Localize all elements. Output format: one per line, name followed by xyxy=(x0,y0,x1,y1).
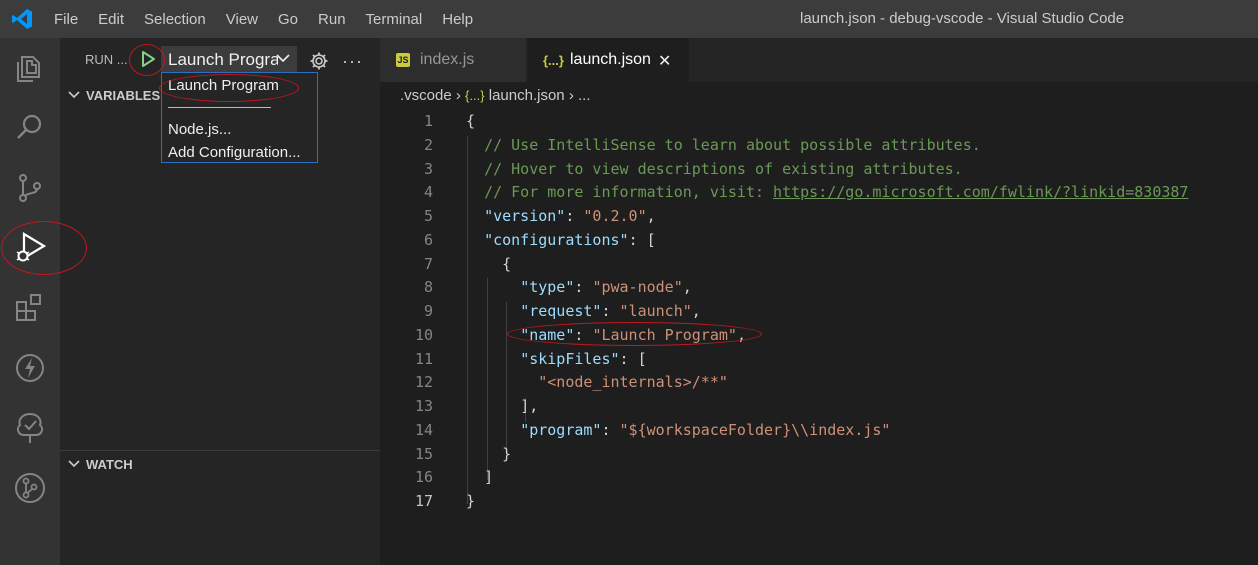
search-icon[interactable] xyxy=(12,110,48,146)
code-line: // For more information, visit: https://… xyxy=(484,183,1189,201)
tab-launch-json[interactable]: {...} launch.json ✕ xyxy=(527,38,689,82)
launch-config-value: Launch Program xyxy=(168,50,278,69)
menu-edit[interactable]: Edit xyxy=(98,11,124,28)
activity-bar xyxy=(0,38,60,565)
source-control-icon[interactable] xyxy=(12,170,48,206)
code-line: "type": "pwa-node", xyxy=(520,278,692,296)
line-number: 15 xyxy=(414,445,433,463)
menu-go[interactable]: Go xyxy=(278,11,298,28)
run-debug-icon[interactable] xyxy=(12,230,48,266)
tab-label: launch.json xyxy=(570,51,651,68)
code-line: // Use IntelliSense to learn about possi… xyxy=(484,136,981,154)
tab-label: index.js xyxy=(420,51,475,68)
more-actions-icon[interactable]: ··· xyxy=(342,51,363,72)
breadcrumb: .vscode › {...} launch.json › ... xyxy=(400,87,591,104)
variables-label: VARIABLES xyxy=(86,88,161,103)
menu-view[interactable]: View xyxy=(226,11,258,28)
fwlink-url[interactable]: https://go.microsoft.com/fwlink/?linkid=… xyxy=(773,183,1188,201)
menu-help[interactable]: Help xyxy=(442,11,473,28)
line-number: 8 xyxy=(423,278,433,296)
line-number: 10 xyxy=(414,326,433,344)
line-number: 7 xyxy=(423,255,433,273)
code-line: "<node_internals>/**" xyxy=(538,373,728,391)
line-number: 14 xyxy=(414,421,433,439)
breadcrumb-separator: › xyxy=(568,87,574,104)
git-graph-icon[interactable] xyxy=(12,470,48,506)
extensions-icon[interactable] xyxy=(12,290,48,326)
line-number: 5 xyxy=(423,207,433,225)
menu-bar: File Edit Selection View Go Run Terminal… xyxy=(54,0,493,38)
code-line: "version": "0.2.0", xyxy=(484,207,656,225)
dropdown-separator xyxy=(168,107,271,108)
line-number-current: 17 xyxy=(414,492,433,510)
menu-file[interactable]: File xyxy=(54,11,78,28)
start-debugging-icon[interactable] xyxy=(139,50,157,68)
code-line: ], xyxy=(520,397,539,415)
breadcrumb-tail[interactable]: ... xyxy=(578,87,591,104)
line-number: 13 xyxy=(414,397,433,415)
json-file-icon: {...} xyxy=(543,53,564,68)
watch-label: WATCH xyxy=(86,457,133,472)
dropdown-item-launch-program[interactable]: Launch Program xyxy=(168,77,279,94)
line-number: 2 xyxy=(423,136,433,154)
dropdown-item-add-configuration[interactable]: Add Configuration... xyxy=(168,144,301,161)
line-number: 9 xyxy=(423,302,433,320)
breadcrumb-separator: › xyxy=(455,87,461,104)
vscode-logo-icon xyxy=(12,9,32,29)
editor-tabs: JS index.js {...} launch.json ✕ xyxy=(380,38,1258,82)
explorer-icon[interactable] xyxy=(12,50,48,86)
launch-config-dropdown: Launch Program Node.js... Add Configurat… xyxy=(161,72,318,163)
chevron-down-icon xyxy=(68,460,80,468)
line-number: 6 xyxy=(423,231,433,249)
watch-section-header[interactable]: WATCH xyxy=(68,457,133,472)
dropdown-item-nodejs[interactable]: Node.js... xyxy=(168,121,231,138)
variables-section-header[interactable]: VARIABLES xyxy=(68,88,160,103)
editor-area: JS index.js {...} launch.json ✕ .vscode … xyxy=(380,38,1258,565)
code-line: "name": "Launch Program", xyxy=(520,326,746,344)
json-file-icon: {...} xyxy=(465,88,485,103)
section-divider xyxy=(60,450,380,451)
code-line: { xyxy=(502,255,512,273)
code-line: // Hover to view descriptions of existin… xyxy=(484,160,963,178)
chevron-down-icon xyxy=(68,91,80,99)
close-icon[interactable]: ✕ xyxy=(658,51,671,71)
code-line: "program": "${workspaceFolder}\\index.js… xyxy=(520,421,891,439)
line-number: 11 xyxy=(414,350,433,368)
line-number: 12 xyxy=(414,373,433,391)
menu-run[interactable]: Run xyxy=(318,11,346,28)
title-bar: File Edit Selection View Go Run Terminal… xyxy=(0,0,1258,38)
code-line: ] xyxy=(484,468,494,486)
window-title: launch.json - debug-vscode - Visual Stud… xyxy=(800,10,1125,27)
tree-icon[interactable] xyxy=(12,410,48,446)
lightning-icon[interactable] xyxy=(12,350,48,386)
menu-selection[interactable]: Selection xyxy=(144,11,206,28)
code-line: } xyxy=(502,445,512,463)
breadcrumb-folder[interactable]: .vscode xyxy=(400,87,452,104)
run-view-title: RUN ... xyxy=(85,52,128,67)
line-number: 16 xyxy=(414,468,433,486)
tab-index-js[interactable]: JS index.js xyxy=(380,38,526,82)
breadcrumb-file[interactable]: launch.json xyxy=(489,87,565,104)
code-line: { xyxy=(466,112,476,130)
menu-terminal[interactable]: Terminal xyxy=(366,11,423,28)
code-line: } xyxy=(466,492,476,510)
javascript-file-icon: JS xyxy=(396,53,410,67)
launch-config-select[interactable]: Launch Program xyxy=(161,46,297,72)
code-line: "configurations": [ xyxy=(484,231,656,249)
gear-icon[interactable] xyxy=(309,51,329,71)
code-line: "skipFiles": [ xyxy=(520,350,647,368)
code-line: "request": "launch", xyxy=(520,302,701,320)
line-number: 4 xyxy=(423,183,433,201)
chevron-down-icon xyxy=(276,54,290,63)
line-number: 3 xyxy=(423,160,433,178)
line-number: 1 xyxy=(423,112,433,130)
